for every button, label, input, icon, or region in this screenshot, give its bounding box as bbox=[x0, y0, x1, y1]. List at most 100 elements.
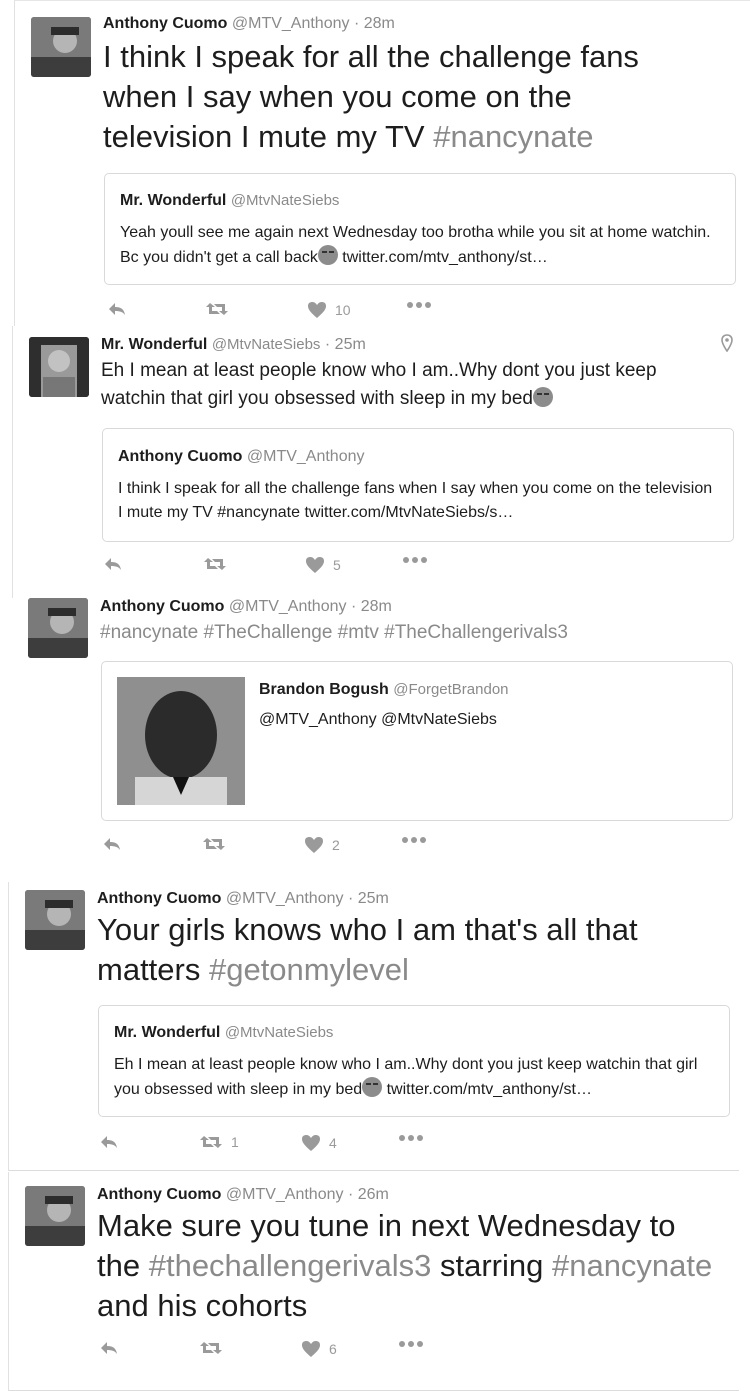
reply-button[interactable] bbox=[99, 1134, 119, 1150]
tweet[interactable]: Anthony Cuomo @MTV_Anthony · 28m #nancyn… bbox=[12, 598, 750, 864]
quote-text: Eh I mean at least people know who I am.… bbox=[114, 1053, 714, 1102]
like-button[interactable]: 4 bbox=[301, 1134, 337, 1152]
quoted-tweet[interactable]: Brandon Bogush @ForgetBrandon @MTV_Antho… bbox=[101, 661, 733, 821]
retweet-count: 1 bbox=[231, 1134, 239, 1150]
more-button[interactable] bbox=[399, 1340, 423, 1348]
tweet-text: Your girls knows who I am that's all tha… bbox=[97, 910, 697, 990]
retweet-button[interactable] bbox=[199, 1340, 223, 1356]
hashtag[interactable]: #thechallengerivals3 bbox=[149, 1248, 432, 1283]
separator: · bbox=[347, 1186, 354, 1203]
author-name[interactable]: Anthony Cuomo bbox=[97, 1186, 221, 1203]
tongue-emoji-icon bbox=[362, 1077, 383, 1097]
quote-author: Brandon Bogush bbox=[259, 681, 389, 698]
tweet-header: Anthony Cuomo @MTV_Anthony · 28m bbox=[103, 15, 395, 33]
retweet-icon bbox=[203, 838, 225, 850]
separator: · bbox=[350, 598, 357, 615]
more-icon bbox=[403, 557, 427, 563]
quote-header: Mr. Wonderful @MtvNateSiebs bbox=[114, 1024, 333, 1042]
tweet-header: Anthony Cuomo @MTV_Anthony · 26m bbox=[97, 1186, 389, 1204]
like-button[interactable]: 6 bbox=[301, 1340, 337, 1358]
tweet-text-plain: starring bbox=[431, 1248, 552, 1283]
quote-link[interactable]: twitter.com/mtv_anthony/st… bbox=[338, 249, 547, 266]
author-handle[interactable]: @MTV_Anthony bbox=[229, 598, 347, 615]
timestamp[interactable]: 28m bbox=[364, 15, 395, 32]
quote-header: Mr. Wonderful @MtvNateSiebs bbox=[120, 192, 339, 210]
hashtag[interactable]: #getonmylevel bbox=[209, 952, 409, 987]
avatar[interactable] bbox=[31, 17, 91, 77]
hashtag[interactable]: #nancynate bbox=[433, 119, 593, 154]
quote-author: Mr. Wonderful bbox=[120, 192, 227, 209]
author-name[interactable]: Mr. Wonderful bbox=[101, 336, 207, 353]
more-button[interactable] bbox=[399, 1134, 423, 1142]
like-button[interactable]: 2 bbox=[304, 836, 340, 854]
heart-icon bbox=[302, 1135, 320, 1151]
tweet[interactable]: Mr. Wonderful @MtvNateSiebs · 25m Eh I m… bbox=[12, 326, 750, 598]
timestamp[interactable]: 25m bbox=[358, 890, 389, 907]
like-count: 6 bbox=[329, 1341, 337, 1357]
avatar[interactable] bbox=[28, 598, 88, 658]
quote-handle: @MtvNateSiebs bbox=[230, 192, 340, 209]
reply-icon bbox=[104, 838, 120, 850]
like-count: 2 bbox=[332, 837, 340, 853]
avatar[interactable] bbox=[29, 337, 89, 397]
reply-button[interactable] bbox=[103, 556, 123, 572]
timestamp[interactable]: 28m bbox=[361, 598, 392, 615]
hashtags[interactable]: #nancynate #TheChallenge #mtv #TheChalle… bbox=[100, 622, 568, 644]
retweet-icon bbox=[200, 1342, 222, 1354]
author-name[interactable]: Anthony Cuomo bbox=[100, 598, 224, 615]
heart-icon bbox=[302, 1341, 320, 1357]
more-button[interactable] bbox=[407, 301, 431, 309]
reply-button[interactable] bbox=[107, 301, 127, 317]
reply-button[interactable] bbox=[99, 1340, 119, 1356]
like-button[interactable]: 5 bbox=[305, 556, 341, 574]
quote-media-image[interactable] bbox=[117, 677, 245, 805]
tweet[interactable]: Anthony Cuomo @MTV_Anthony · 25m Your gi… bbox=[8, 882, 739, 1171]
quote-link[interactable]: twitter.com/mtv_anthony/st… bbox=[382, 1081, 592, 1098]
quote-text: @MTV_Anthony @MtvNateSiebs bbox=[259, 711, 497, 728]
retweet-icon bbox=[204, 558, 226, 570]
retweet-button[interactable]: 1 bbox=[199, 1134, 239, 1150]
avatar[interactable] bbox=[25, 890, 85, 950]
quoted-tweet[interactable]: Mr. Wonderful @MtvNateSiebs Yeah youll s… bbox=[104, 173, 736, 285]
location-pin-icon[interactable] bbox=[721, 334, 733, 357]
more-button[interactable] bbox=[402, 836, 426, 844]
timestamp[interactable]: 25m bbox=[335, 336, 366, 353]
separator: · bbox=[347, 890, 354, 907]
retweet-button[interactable] bbox=[203, 556, 227, 572]
quoted-tweet[interactable]: Mr. Wonderful @MtvNateSiebs Eh I mean at… bbox=[98, 1005, 730, 1117]
tweet-text-plain: and his cohorts bbox=[97, 1288, 308, 1323]
tweet-text: Make sure you tune in next Wednesday to … bbox=[97, 1206, 727, 1326]
quote-header: Anthony Cuomo @MTV_Anthony bbox=[118, 448, 365, 466]
reply-button[interactable] bbox=[102, 836, 122, 852]
tweet-header: Mr. Wonderful @MtvNateSiebs · 25m bbox=[101, 336, 366, 354]
retweet-button[interactable] bbox=[202, 836, 226, 852]
more-button[interactable] bbox=[403, 556, 427, 564]
author-name[interactable]: Anthony Cuomo bbox=[97, 890, 221, 907]
like-button[interactable]: 10 bbox=[307, 301, 351, 319]
author-handle[interactable]: @MTV_Anthony bbox=[226, 1186, 344, 1203]
hashtag[interactable]: #nancynate bbox=[552, 1248, 712, 1283]
quote-text: Yeah youll see me again next Wednesday t… bbox=[120, 221, 720, 270]
author-handle[interactable]: @MTV_Anthony bbox=[226, 890, 344, 907]
author-name[interactable]: Anthony Cuomo bbox=[103, 15, 227, 32]
tweet[interactable]: Anthony Cuomo @MTV_Anthony · 26m Make su… bbox=[8, 1172, 739, 1391]
tweet-actions: 2 bbox=[12, 836, 426, 860]
tweet-actions: 1 4 bbox=[9, 1134, 423, 1158]
retweet-button[interactable] bbox=[205, 301, 229, 317]
tweet-header: Anthony Cuomo @MTV_Anthony · 28m bbox=[100, 598, 392, 616]
tweet-actions: 10 bbox=[15, 301, 431, 325]
quoted-tweet[interactable]: Anthony Cuomo @MTV_Anthony I think I spe… bbox=[102, 428, 734, 542]
reply-icon bbox=[109, 303, 125, 315]
tweet[interactable]: Anthony Cuomo @MTV_Anthony · 28m I think… bbox=[14, 0, 750, 327]
quote-header: Brandon Bogush @ForgetBrandon bbox=[259, 681, 509, 699]
avatar[interactable] bbox=[25, 1186, 85, 1246]
timestamp[interactable]: 26m bbox=[358, 1186, 389, 1203]
tweet-header: Anthony Cuomo @MTV_Anthony · 25m bbox=[97, 890, 389, 908]
quote-handle: @MTV_Anthony bbox=[246, 448, 365, 465]
retweet-icon bbox=[206, 303, 228, 315]
quote-author: Anthony Cuomo bbox=[118, 448, 243, 465]
heart-icon bbox=[305, 837, 323, 853]
author-handle[interactable]: @MtvNateSiebs bbox=[212, 336, 321, 353]
author-handle[interactable]: @MTV_Anthony bbox=[232, 15, 350, 32]
reply-icon bbox=[105, 558, 121, 570]
